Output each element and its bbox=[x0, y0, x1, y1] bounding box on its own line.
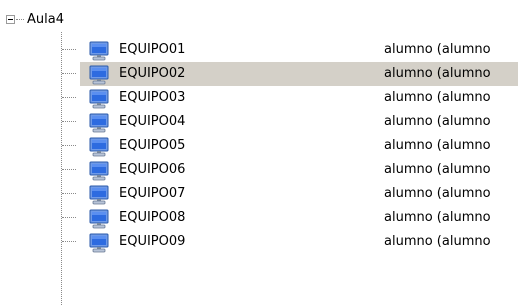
tree-item[interactable]: EQUIPO08 alumno (alumno bbox=[0, 206, 518, 230]
collapse-minus-icon[interactable] bbox=[6, 15, 15, 24]
computer-monitor-icon bbox=[89, 65, 109, 85]
computer-monitor-icon bbox=[89, 161, 109, 181]
computer-tree: Aula4 EQUIPO01 alumno (alumno EQUIPO02 a… bbox=[0, 0, 518, 305]
logged-user: alumno (alumno bbox=[384, 138, 491, 153]
computer-name: EQUIPO08 bbox=[119, 210, 186, 225]
logged-user: alumno (alumno bbox=[384, 42, 491, 57]
tree-connector bbox=[62, 241, 76, 242]
tree-item[interactable]: EQUIPO07 alumno (alumno bbox=[0, 182, 518, 206]
computer-name: EQUIPO04 bbox=[119, 114, 186, 129]
computer-name: EQUIPO06 bbox=[119, 162, 186, 177]
logged-user: alumno (alumno bbox=[384, 210, 491, 225]
logged-user: alumno (alumno bbox=[384, 234, 491, 249]
tree-connector bbox=[62, 169, 76, 170]
computer-monitor-icon bbox=[89, 137, 109, 157]
tree-connector bbox=[16, 19, 24, 20]
tree-item[interactable]: EQUIPO02 alumno (alumno bbox=[0, 62, 518, 86]
tree-node-root[interactable]: Aula4 bbox=[0, 10, 518, 30]
computer-name: EQUIPO02 bbox=[119, 66, 186, 81]
computer-name: EQUIPO01 bbox=[119, 42, 186, 57]
computer-monitor-icon bbox=[89, 113, 109, 133]
tree-item[interactable]: EQUIPO03 alumno (alumno bbox=[0, 86, 518, 110]
root-label[interactable]: Aula4 bbox=[27, 12, 64, 28]
computer-monitor-icon bbox=[89, 233, 109, 253]
tree-connector bbox=[62, 121, 76, 122]
logged-user: alumno (alumno bbox=[384, 162, 491, 177]
computer-name: EQUIPO03 bbox=[119, 90, 186, 105]
computer-monitor-icon bbox=[89, 185, 109, 205]
tree-connector bbox=[62, 145, 76, 146]
logged-user: alumno (alumno bbox=[384, 90, 491, 105]
tree-item[interactable]: EQUIPO06 alumno (alumno bbox=[0, 158, 518, 182]
computer-name: EQUIPO07 bbox=[119, 186, 186, 201]
tree-connector bbox=[62, 193, 76, 194]
computer-monitor-icon bbox=[89, 41, 109, 61]
tree-connector bbox=[62, 97, 76, 98]
tree-connector bbox=[62, 73, 76, 74]
computer-name: EQUIPO05 bbox=[119, 138, 186, 153]
logged-user: alumno (alumno bbox=[384, 66, 491, 81]
tree-item[interactable]: EQUIPO04 alumno (alumno bbox=[0, 110, 518, 134]
computer-monitor-icon bbox=[89, 209, 109, 229]
tree-connector bbox=[62, 217, 76, 218]
logged-user: alumno (alumno bbox=[384, 186, 491, 201]
tree-item[interactable]: EQUIPO05 alumno (alumno bbox=[0, 134, 518, 158]
computer-monitor-icon bbox=[89, 89, 109, 109]
tree-connector bbox=[62, 49, 76, 50]
tree-item[interactable]: EQUIPO09 alumno (alumno bbox=[0, 230, 518, 254]
computer-name: EQUIPO09 bbox=[119, 234, 186, 249]
logged-user: alumno (alumno bbox=[384, 114, 491, 129]
tree-item[interactable]: EQUIPO01 alumno (alumno bbox=[0, 38, 518, 62]
